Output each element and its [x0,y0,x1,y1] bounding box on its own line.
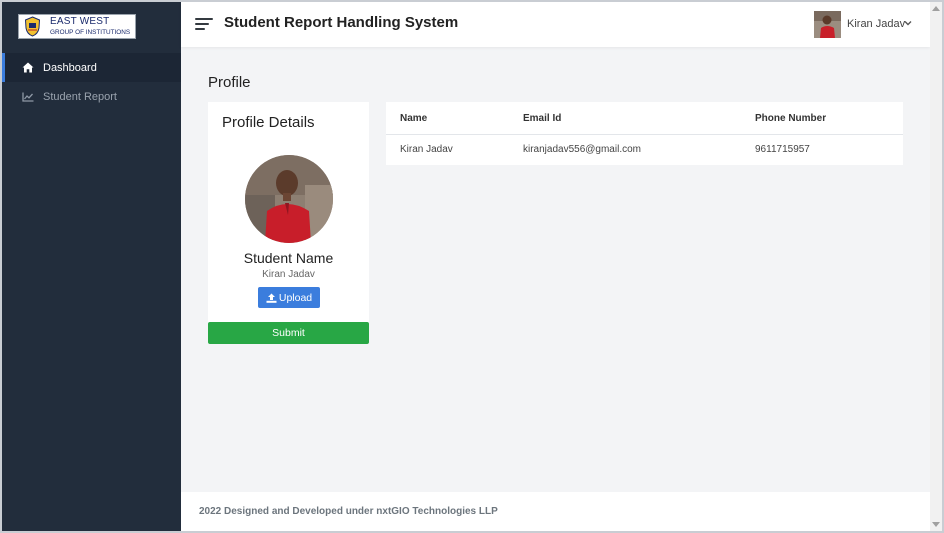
submit-button-label: Submit [272,327,305,339]
logo-line1: EAST WEST [50,16,110,27]
footer-text: 2022 Designed and Developed under nxtGIO… [199,506,498,517]
upload-button-label: Upload [278,291,313,304]
student-name-label: Student Name [243,250,334,266]
profile-card: Profile Details Student Name Kiran Jadav… [208,102,369,344]
top-navbar: Student Report Handling System Kiran Jad… [181,2,930,47]
submit-button[interactable]: Submit [208,322,369,344]
sidebar-item-label: Dashboard [43,61,97,74]
vertical-scrollbar[interactable] [930,2,942,531]
upload-button[interactable]: Upload [258,287,320,308]
table-cell-phone: 9611715957 [755,144,810,155]
logo-line2: GROUP OF INSTITUTIONS [50,29,131,36]
table-header-name: Name [400,113,428,124]
institution-logo[interactable]: EAST WEST GROUP OF INSTITUTIONS [18,14,136,39]
scroll-up-icon[interactable] [932,6,940,11]
institution-seal-icon [24,16,41,37]
upload-icon [266,293,277,303]
sidebar-item-label: Student Report [43,90,117,103]
line-chart-icon [22,91,34,103]
sidebar-item-dashboard[interactable]: Dashboard [2,53,181,82]
home-icon [22,62,34,74]
table-cell-email: kiranjadav556@gmail.com [523,144,641,155]
table-header-email: Email Id [523,113,562,124]
user-avatar[interactable] [814,11,841,38]
menu-toggle-icon[interactable] [195,16,214,32]
user-name[interactable]: Kiran Jadav [847,18,905,30]
table-divider [386,134,903,135]
table-cell-name: Kiran Jadav [400,144,453,155]
footer: 2022 Designed and Developed under nxtGIO… [181,492,930,531]
chevron-down-icon[interactable] [904,19,912,27]
profile-table: Name Email Id Phone Number Kiran Jadav k… [386,102,903,165]
student-name-value: Kiran Jadav [262,269,315,280]
scroll-down-icon[interactable] [932,522,940,527]
sidebar-item-student-report[interactable]: Student Report [2,82,181,111]
table-header-phone: Phone Number [755,113,827,124]
page-title: Profile [208,74,251,91]
profile-photo [245,155,333,243]
profile-card-title: Profile Details [222,114,315,131]
sidebar: EAST WEST GROUP OF INSTITUTIONS Dashboar… [2,2,181,531]
app-window: EAST WEST GROUP OF INSTITUTIONS Dashboar… [2,2,942,531]
app-title: Student Report Handling System [224,14,459,31]
